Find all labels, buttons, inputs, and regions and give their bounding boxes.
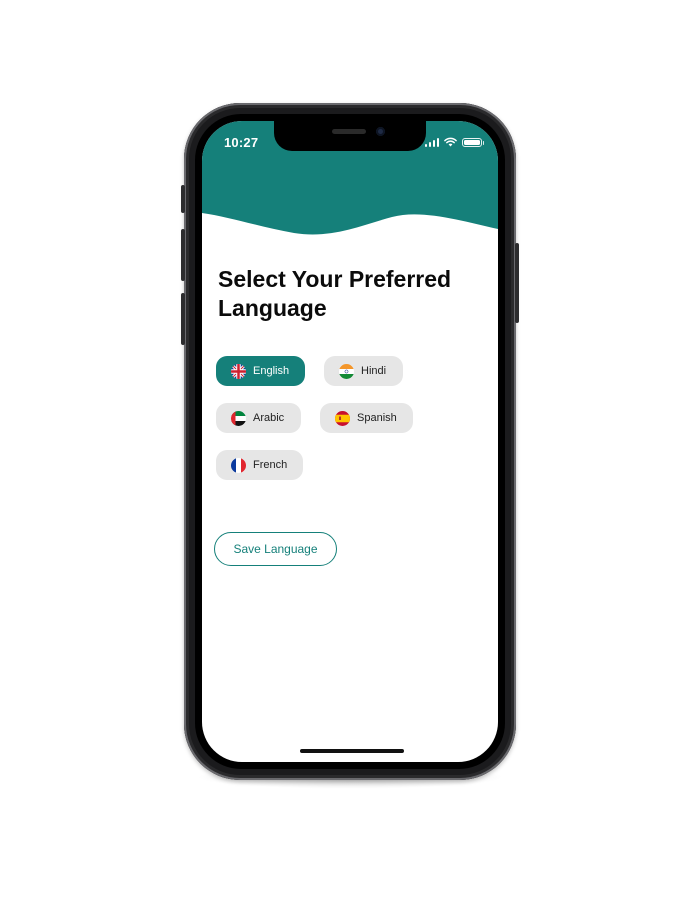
india-flag-icon [339,363,354,379]
page-title: Select Your Preferred Language [218,266,452,321]
uae-flag-icon [231,410,246,426]
status-icons [424,137,484,147]
phone-frame: 10:27 Select Your Preferred Language Eng… [181,103,519,780]
language-label: Arabic [253,412,285,424]
front-camera [376,127,385,136]
home-indicator[interactable] [300,749,404,753]
power-button [515,243,519,323]
volume-up-button [181,229,185,281]
speaker-grille [332,129,366,134]
language-chip-arabic[interactable]: Arabic [216,403,301,433]
notch [274,121,426,151]
spain-flag-icon [335,410,350,426]
language-label: Spanish [357,412,397,424]
screen-bezel: 10:27 Select Your Preferred Language Eng… [195,114,505,769]
language-label: Hindi [361,365,387,377]
language-chip-hindi[interactable]: Hindi [324,356,403,386]
france-flag-icon [231,457,246,473]
language-chip-spanish[interactable]: Spanish [320,403,413,433]
volume-down-button [181,293,185,345]
mute-switch [181,185,185,213]
status-time: 10:27 [224,135,259,150]
wifi-icon [444,137,457,147]
app-screen: 10:27 Select Your Preferred Language Eng… [202,121,498,762]
uk-flag-icon [231,363,246,379]
save-language-button[interactable]: Save Language [214,532,337,566]
cellular-signal-icon [424,137,439,147]
language-chip-french[interactable]: French [216,450,303,480]
language-chip-english[interactable]: English [216,356,305,386]
battery-icon [462,137,484,147]
language-label: English [253,365,290,377]
language-label: French [253,459,288,471]
